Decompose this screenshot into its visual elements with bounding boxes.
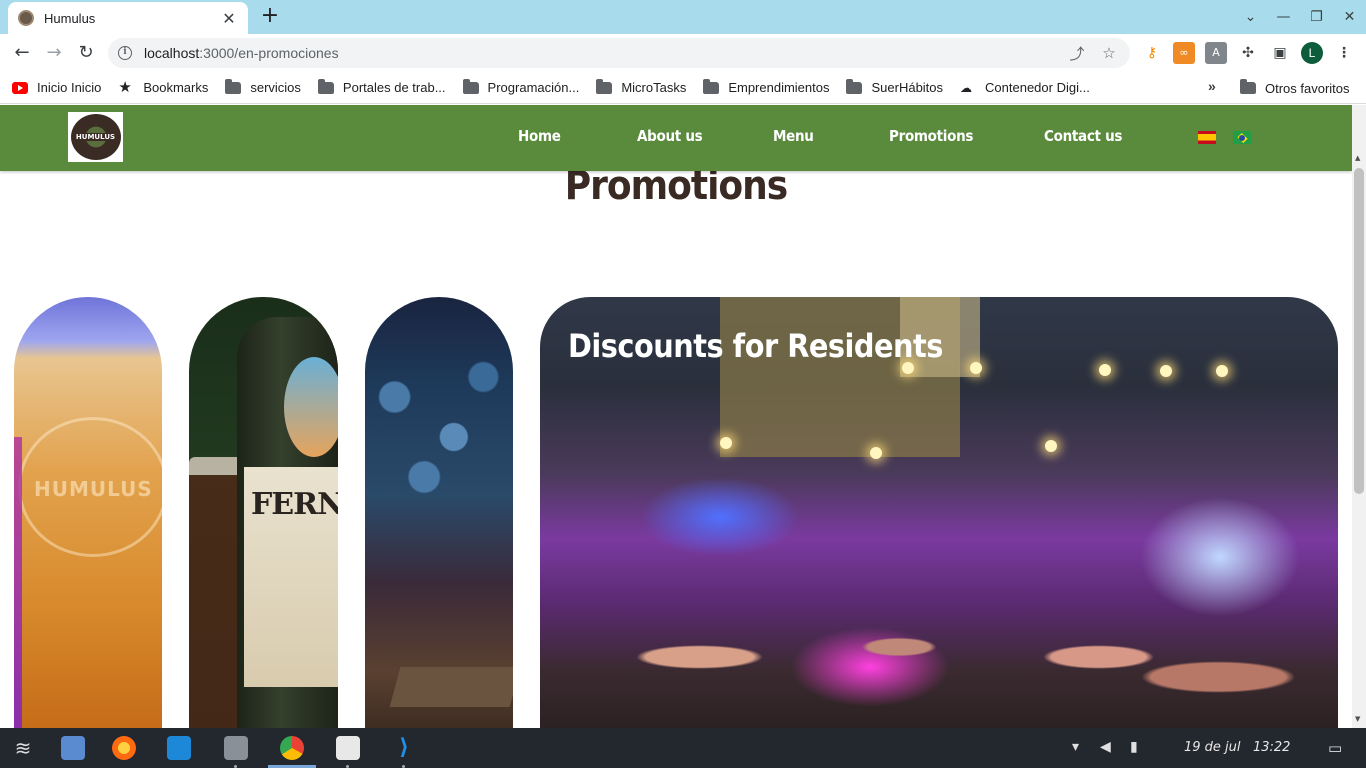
volume-icon[interactable]: ◀: [1100, 739, 1111, 755]
taskbar-clock[interactable]: 19 de jul 13:22: [1184, 740, 1290, 755]
tab-search-icon[interactable]: ⌄: [1234, 9, 1267, 25]
bookmark-star-icon[interactable]: ☆: [1098, 44, 1120, 62]
folder-icon: [462, 78, 479, 94]
bookmark-folder[interactable]: Programación...: [462, 78, 579, 95]
folder-icon: [317, 78, 334, 94]
scroll-up-icon[interactable]: ▲: [1355, 154, 1360, 162]
tab-title: Humulus: [44, 10, 96, 26]
translate-extension-icon[interactable]: A: [1205, 42, 1227, 64]
star-icon: ★: [118, 78, 132, 96]
page-scrollbar[interactable]: ▲ ▼: [1352, 105, 1366, 728]
chrome-icon[interactable]: [280, 736, 304, 760]
wifi-icon[interactable]: ▾: [1072, 739, 1079, 755]
page-viewport: HUMULUS Home About us Menu Promotions Co…: [0, 105, 1352, 728]
battery-icon[interactable]: ▮: [1130, 739, 1138, 755]
promo-card-patio[interactable]: [365, 297, 513, 728]
folder-icon: [225, 78, 242, 94]
bookmark-folder[interactable]: Portales de trab...: [317, 78, 446, 95]
bookmark-folder[interactable]: SuerHábitos: [846, 78, 943, 95]
nav-about-us[interactable]: About us: [637, 127, 703, 145]
spain-flag-icon[interactable]: [1198, 131, 1216, 144]
browser-toolbar: ← → ↻ i localhost:3000/en-promociones ⤴ …: [0, 34, 1366, 72]
files-icon[interactable]: [224, 736, 248, 760]
youtube-icon: [12, 81, 28, 94]
bookmark-folder[interactable]: servicios: [225, 78, 301, 95]
cloud-icon: ☁: [960, 80, 973, 95]
nav-home[interactable]: Home: [518, 127, 561, 145]
bookmark-item[interactable]: ★ Bookmarks: [118, 78, 208, 96]
folder-icon: [596, 78, 613, 94]
scroll-down-icon[interactable]: ▼: [1355, 715, 1360, 723]
bottle-label: FERNET: [251, 487, 338, 522]
humulus-logo[interactable]: HUMULUS: [68, 112, 123, 162]
forward-arrow-icon[interactable]: →: [41, 40, 67, 66]
string-light: [1099, 364, 1111, 376]
firefox-icon[interactable]: [112, 736, 136, 760]
bookmarks-bar: Inicio Inicio ★ Bookmarks servicios Porta…: [0, 72, 1366, 104]
store-icon[interactable]: [167, 736, 191, 760]
browser-tab-bar: Humulus ✕ + ⌄ — ❐ ✕: [0, 0, 1366, 34]
glass-engraving: HUMULUS: [34, 477, 153, 501]
other-bookmarks[interactable]: Otros favoritos: [1240, 72, 1350, 104]
back-arrow-icon[interactable]: ←: [9, 40, 35, 66]
folder-icon: [846, 78, 863, 94]
bookmark-item[interactable]: ☁ Contenedor Digi...: [960, 80, 1090, 95]
folder-icon: [703, 78, 720, 94]
extensions-puzzle-icon[interactable]: ✣: [1237, 42, 1259, 64]
launcher-icon[interactable]: ≋: [11, 736, 35, 760]
promo-card-residents[interactable]: Discounts for Residents: [540, 297, 1338, 728]
humulus-favicon-icon: [18, 10, 34, 26]
nav-contact-us[interactable]: Contact us: [1044, 127, 1122, 145]
string-light: [1160, 365, 1172, 377]
file-manager-icon[interactable]: [61, 736, 85, 760]
bookmark-folder[interactable]: MicroTasks: [596, 78, 686, 95]
minimize-icon[interactable]: —: [1267, 9, 1300, 25]
side-panel-icon[interactable]: ▣: [1269, 42, 1291, 64]
restore-icon[interactable]: ❐: [1300, 9, 1333, 25]
show-desktop-icon[interactable]: ▭: [1328, 739, 1342, 757]
close-tab-icon[interactable]: ✕: [220, 9, 238, 28]
nav-menu[interactable]: Menu: [773, 127, 814, 145]
extension-orange-icon[interactable]: ∞: [1173, 42, 1195, 64]
bookmark-folder[interactable]: Emprendimientos: [703, 78, 829, 95]
os-taskbar: ≋ ⟩ ▾ ◀ ▮ 19 de jul 13:22 ▭: [0, 728, 1366, 768]
menu-kebab-icon[interactable]: ⋮: [1333, 42, 1355, 64]
bookmark-item[interactable]: Inicio Inicio: [12, 80, 101, 95]
string-light: [720, 437, 732, 449]
browser-tab[interactable]: Humulus ✕: [8, 2, 248, 34]
scroll-thumb[interactable]: [1354, 168, 1364, 494]
brazil-flag-icon[interactable]: [1233, 131, 1251, 144]
hop-logo-icon: HUMULUS: [70, 114, 121, 160]
reload-icon[interactable]: ↻: [73, 40, 99, 66]
close-window-icon[interactable]: ✕: [1333, 9, 1366, 25]
card-title: Discounts for Residents: [568, 327, 943, 365]
string-light: [870, 447, 882, 459]
site-navbar: HUMULUS Home About us Menu Promotions Co…: [0, 105, 1352, 171]
promo-card-beer[interactable]: HUMULUS: [14, 297, 162, 728]
key-extension-icon[interactable]: ⚷: [1141, 42, 1163, 64]
share-icon[interactable]: ⤴: [1066, 43, 1088, 64]
site-info-icon[interactable]: i: [118, 46, 132, 60]
window-controls: ⌄ — ❐ ✕: [1234, 0, 1366, 34]
string-light: [1045, 440, 1057, 452]
folder-icon: [1240, 79, 1256, 94]
nav-promotions[interactable]: Promotions: [889, 127, 973, 145]
text-editor-icon[interactable]: [336, 736, 360, 760]
more-bookmarks-icon[interactable]: »: [1208, 78, 1216, 94]
promo-card-fernet[interactable]: FERNET: [189, 297, 338, 728]
url-text[interactable]: localhost:3000/en-promociones: [144, 45, 1056, 61]
address-bar[interactable]: i localhost:3000/en-promociones ⤴ ☆: [108, 38, 1130, 68]
profile-avatar[interactable]: L: [1301, 42, 1323, 64]
string-light: [970, 362, 982, 374]
new-tab-button[interactable]: +: [258, 4, 282, 28]
string-light: [1216, 365, 1228, 377]
vscode-icon[interactable]: ⟩: [392, 736, 416, 760]
